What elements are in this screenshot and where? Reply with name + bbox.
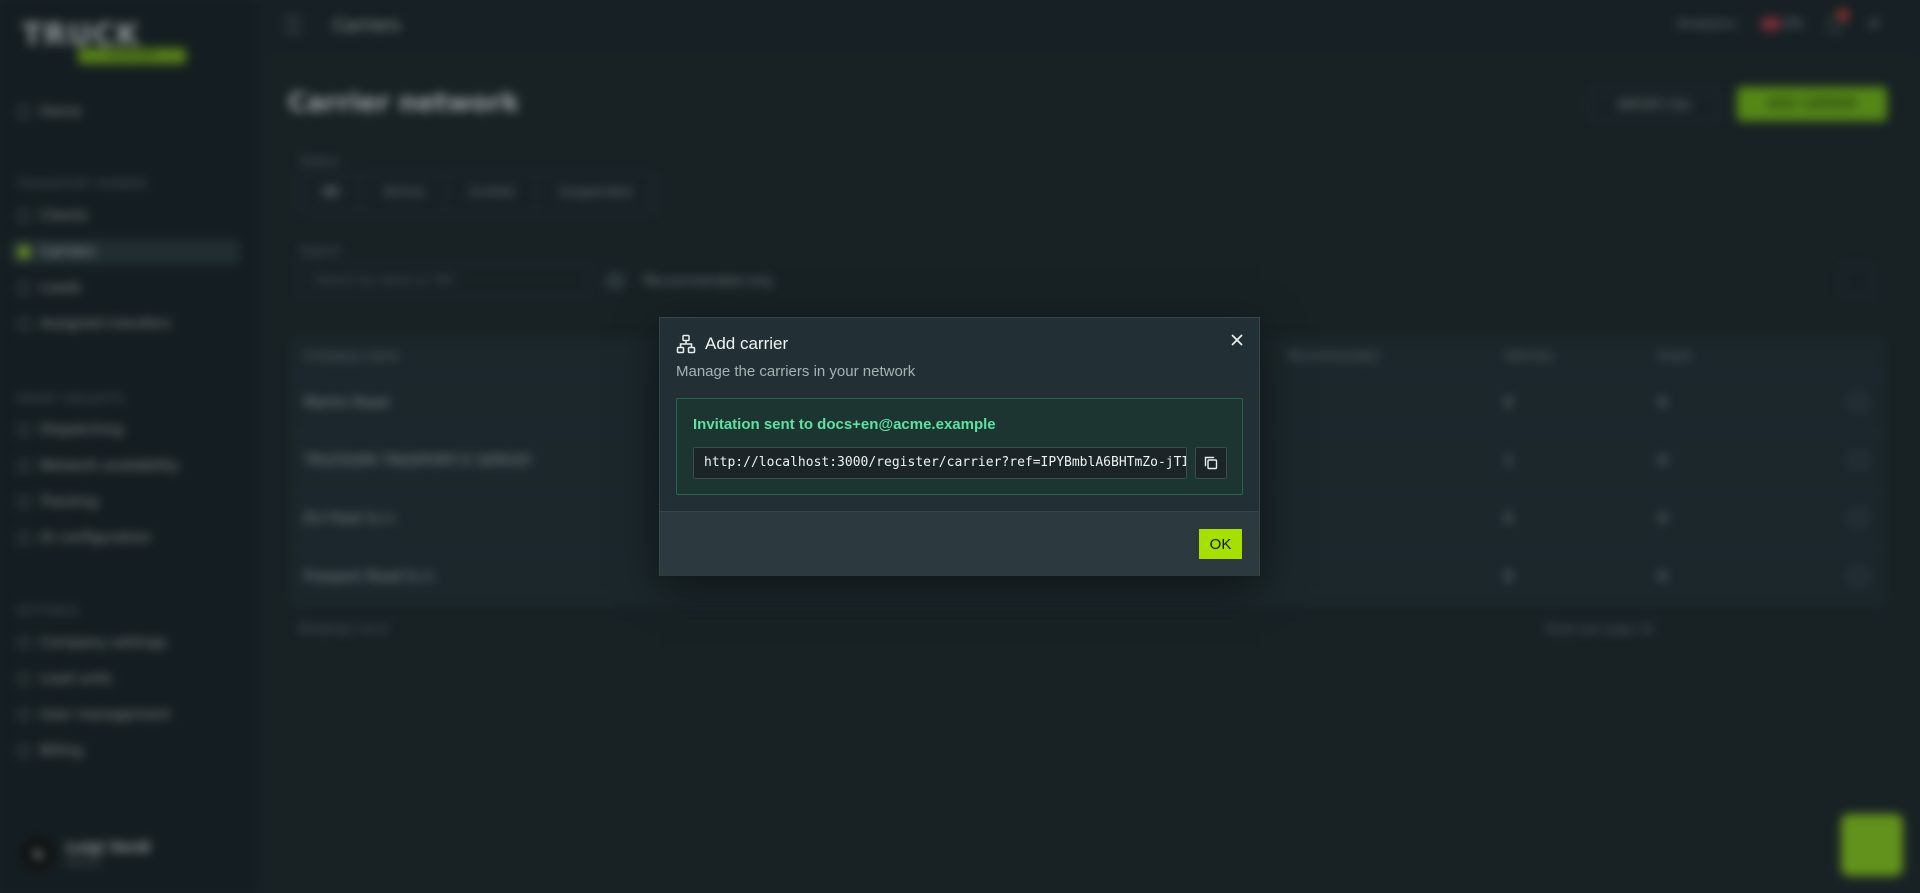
- ok-button[interactable]: OK: [1199, 529, 1242, 559]
- dialog-subtitle: Manage the carriers in your network: [676, 363, 916, 380]
- copy-icon: [1204, 456, 1218, 470]
- invitation-success-notice: Invitation sent to docs+en@acme.example …: [676, 398, 1243, 495]
- network-icon: [676, 334, 696, 354]
- copy-link-button[interactable]: [1195, 447, 1227, 479]
- invitation-message: Invitation sent to docs+en@acme.example: [693, 416, 996, 433]
- dialog-footer: OK: [660, 511, 1259, 576]
- close-icon[interactable]: [1229, 332, 1245, 348]
- add-carrier-dialog: Add carrier Manage the carriers in your …: [659, 317, 1260, 576]
- invite-link-field[interactable]: http://localhost:3000/register/carrier?r…: [693, 447, 1187, 479]
- dialog-title: Add carrier: [705, 334, 789, 353]
- dialog-header: Add carrier: [676, 334, 788, 354]
